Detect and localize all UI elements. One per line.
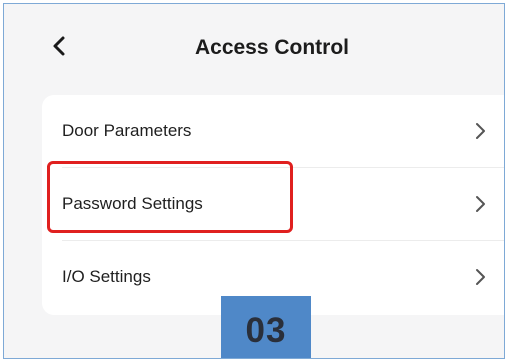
app-screen: Access Control Door Parameters Password … (3, 3, 505, 359)
chevron-right-icon (474, 121, 488, 141)
settings-list: Door Parameters Password Settings I/O Se… (42, 95, 504, 315)
header-bar: Access Control (4, 4, 504, 80)
menu-item-door-parameters[interactable]: Door Parameters (42, 95, 504, 167)
chevron-right-icon (474, 194, 488, 214)
step-badge: 03 (221, 296, 311, 358)
menu-item-label: I/O Settings (62, 267, 151, 286)
chevron-right-icon (474, 267, 488, 287)
menu-item-password-settings[interactable]: Password Settings (42, 168, 504, 240)
menu-item-label: Password Settings (62, 194, 203, 213)
menu-item-label: Door Parameters (62, 121, 192, 140)
page-title: Access Control (194, 36, 350, 59)
